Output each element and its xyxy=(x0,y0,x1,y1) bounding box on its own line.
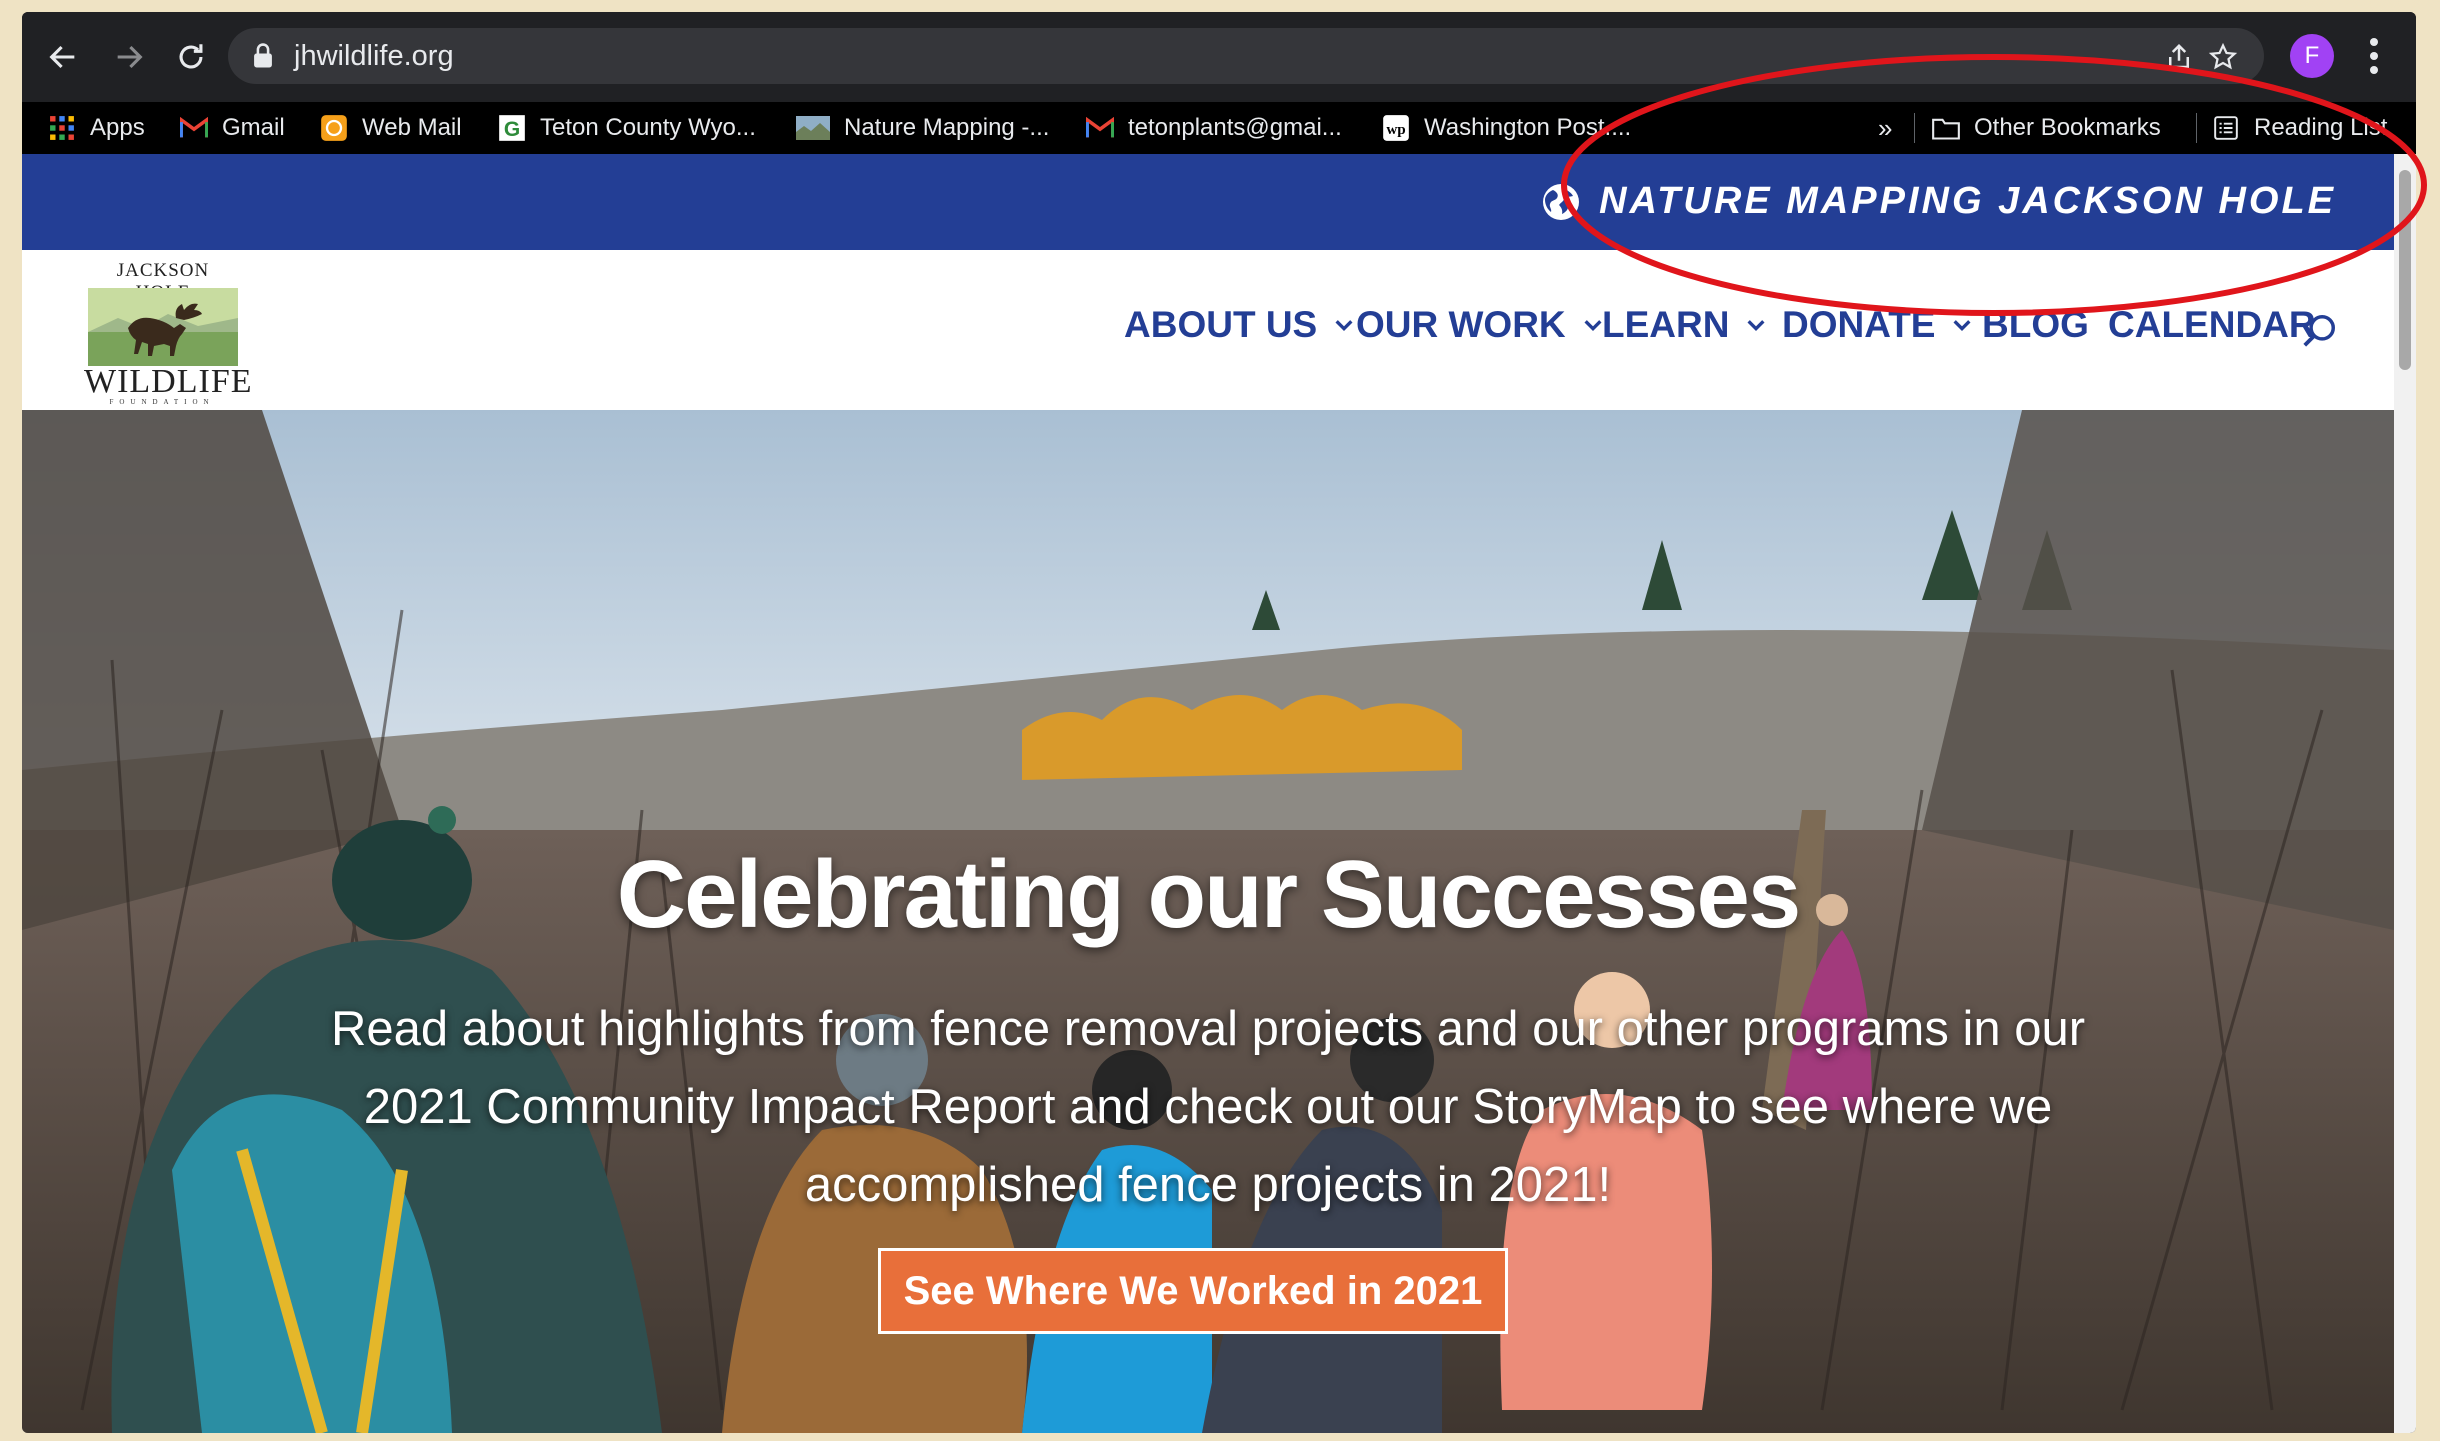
forward-icon[interactable] xyxy=(106,34,152,80)
wapo-icon: wp xyxy=(1382,114,1410,142)
nav-label: OUR WORK xyxy=(1356,304,1566,345)
bookmark-label: Apps xyxy=(90,114,145,141)
teton-county-icon: G xyxy=(498,114,526,142)
bookmark-label: Teton County Wyo... xyxy=(540,114,756,141)
bookmark-teton-county[interactable]: G Teton County Wyo... xyxy=(498,102,756,154)
bookmark-washington-post[interactable]: wp Washington Post.... xyxy=(1382,102,1631,154)
hero-text: Read about highlights from fence removal… xyxy=(330,1002,2086,1212)
star-icon[interactable] xyxy=(2208,42,2238,72)
bookmark-label: Washington Post.... xyxy=(1424,114,1632,141)
reload-icon[interactable] xyxy=(168,34,214,80)
bookmark-webmail[interactable]: Web Mail xyxy=(320,102,462,154)
profile-initial: F xyxy=(2304,42,2320,69)
bookmark-apps[interactable]: Apps xyxy=(48,102,145,154)
scrollbar[interactable] xyxy=(2394,154,2416,1433)
hero-section: Celebrating our Successes Read about hig… xyxy=(22,410,2394,1433)
chevron-down-icon xyxy=(1747,320,1765,332)
bookmarks-bar: Apps Gmail Web Mail G Teton County Wyo..… xyxy=(22,102,2416,154)
other-bookmarks-label: Other Bookmarks xyxy=(1974,114,2161,141)
bookmark-label: Web Mail xyxy=(362,114,462,141)
nav-blog[interactable]: BLOG xyxy=(1982,304,2089,346)
reading-list-icon xyxy=(2212,114,2240,142)
moose-logo-image xyxy=(88,288,238,366)
overflow-chevron-icon: » xyxy=(1878,112,1893,143)
nav-label: LEARN xyxy=(1602,304,1730,345)
top-bar: NATURE MAPPING JACKSON HOLE xyxy=(22,154,2394,250)
nav-learn[interactable]: LEARN xyxy=(1602,304,1767,346)
gmail-icon xyxy=(180,114,208,142)
gmail-icon xyxy=(1086,114,1114,142)
reading-list[interactable]: Reading List xyxy=(2212,102,2387,154)
nature-mapping-icon xyxy=(796,114,830,142)
search-icon[interactable] xyxy=(2300,312,2338,350)
svg-text:G: G xyxy=(504,118,520,141)
share-icon[interactable] xyxy=(2164,42,2194,72)
bookmarks-overflow[interactable]: » xyxy=(1878,102,1892,154)
nav-label: BLOG xyxy=(1982,304,2089,345)
separator xyxy=(1914,102,1915,154)
hero-button-label: See Where We Worked in 2021 xyxy=(903,1268,1483,1313)
nature-mapping-link[interactable]: NATURE MAPPING JACKSON HOLE xyxy=(1541,180,2336,223)
reading-list-label: Reading List xyxy=(2254,114,2388,141)
apps-grid-icon xyxy=(48,114,76,142)
folder-icon xyxy=(1932,114,1960,142)
see-where-we-worked-button[interactable]: See Where We Worked in 2021 xyxy=(878,1248,1508,1334)
other-bookmarks[interactable]: Other Bookmarks xyxy=(1932,102,2161,154)
lock-icon xyxy=(254,43,272,68)
bookmark-label: tetonplants@gmai... xyxy=(1128,114,1342,141)
globe-icon xyxy=(1543,183,1580,220)
scrollbar-thumb[interactable] xyxy=(2399,170,2411,370)
back-icon[interactable] xyxy=(40,34,86,80)
nav-calendar[interactable]: CALENDAR xyxy=(2108,304,2316,346)
chevron-down-icon xyxy=(1584,320,1602,332)
profile-avatar[interactable]: F xyxy=(2290,34,2334,78)
nature-mapping-label: NATURE MAPPING JACKSON HOLE xyxy=(1599,180,2336,222)
logo-line3: FOUNDATION xyxy=(109,398,215,406)
browser-window: jhwildlife.org F Apps Gmail Web Mail G T… xyxy=(22,12,2416,1433)
nav-label: ABOUT US xyxy=(1124,304,1318,345)
nav-donate[interactable]: DONATE xyxy=(1782,304,1973,346)
more-menu-icon[interactable] xyxy=(2364,36,2384,76)
webmail-icon xyxy=(320,114,348,142)
web-page: NATURE MAPPING JACKSON HOLE JACKSON HOLE… xyxy=(22,154,2394,1433)
bookmark-tetonplants[interactable]: tetonplants@gmai... xyxy=(1086,102,1342,154)
site-logo[interactable]: JACKSON HOLE WILDLIFE FOUNDATION xyxy=(84,260,253,406)
bookmark-nature-mapping[interactable]: Nature Mapping -... xyxy=(796,102,1049,154)
svg-text:wp: wp xyxy=(1386,121,1405,138)
nav-label: DONATE xyxy=(1782,304,1936,345)
bookmark-label: Nature Mapping -... xyxy=(844,114,1050,141)
site-header: JACKSON HOLE WILDLIFE FOUNDATION ABOUT U… xyxy=(22,250,2394,411)
browser-toolbar: jhwildlife.org F xyxy=(22,12,2416,102)
logo-line2: WILDLIFE xyxy=(84,363,253,400)
chevron-down-icon xyxy=(1335,320,1353,332)
separator xyxy=(2196,102,2197,154)
address-bar[interactable]: jhwildlife.org xyxy=(228,28,2264,84)
bookmark-gmail[interactable]: Gmail xyxy=(180,102,285,154)
nav-label: CALENDAR xyxy=(2108,304,2316,345)
nav-about-us[interactable]: ABOUT US xyxy=(1124,304,1355,346)
url-text[interactable]: jhwildlife.org xyxy=(294,38,454,74)
nav-our-work[interactable]: OUR WORK xyxy=(1356,304,1604,346)
hero-title: Celebrating our Successes xyxy=(616,841,1801,948)
bookmark-label: Gmail xyxy=(222,114,285,141)
chevron-down-icon xyxy=(1953,320,1971,332)
